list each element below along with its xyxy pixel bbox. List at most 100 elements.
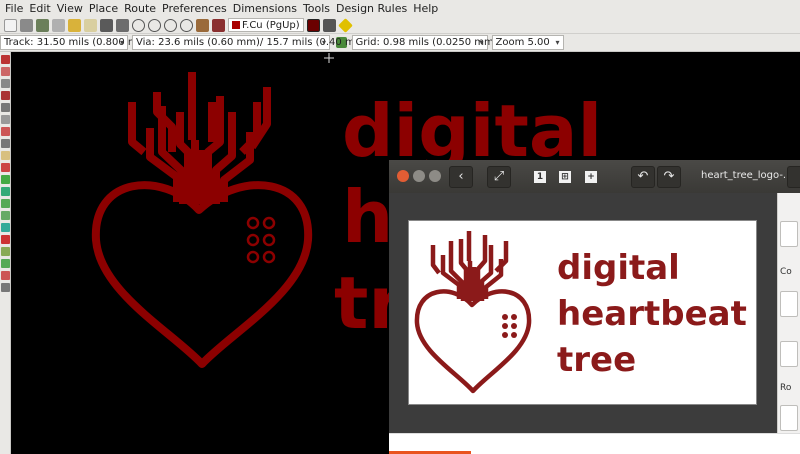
- close-icon[interactable]: [397, 170, 409, 182]
- rotate-right-icon: ↷: [663, 169, 675, 184]
- grid-toggle-icon[interactable]: [1, 67, 10, 76]
- high-contrast-icon[interactable]: [1, 223, 10, 232]
- zoom-select[interactable]: Zoom 5.00 ▾: [491, 35, 564, 50]
- menu-tools[interactable]: Tools: [300, 0, 333, 17]
- plot-icon[interactable]: [115, 18, 129, 32]
- show-modedit-icon[interactable]: [1, 259, 10, 268]
- properties-field-1[interactable]: [780, 221, 798, 247]
- drc-marker-icon[interactable]: [1, 55, 10, 64]
- chevron-left-icon: ‹: [458, 169, 464, 184]
- logo-text: digital heartbeat tree: [557, 248, 747, 380]
- logo-text-line1: digital: [557, 248, 680, 288]
- rotate-left-button[interactable]: ↶: [631, 166, 655, 188]
- menu-route[interactable]: Route: [121, 0, 159, 17]
- layer-color-swatch: [232, 21, 240, 29]
- zoom-normal-button[interactable]: 1: [534, 171, 546, 183]
- track-width-select[interactable]: Track: 31.50 mils (0.800 mm) * ▾: [0, 35, 159, 50]
- back-button[interactable]: ‹: [449, 166, 473, 188]
- undo-icon[interactable]: [67, 18, 81, 32]
- viewer-properties-panel: Co Ro: [777, 193, 800, 433]
- logo-text-line2: heartbeat: [557, 294, 747, 334]
- grid-select[interactable]: Grid: 0.98 mils (0.0250 mm) ▾: [351, 35, 498, 50]
- microwave-toolbar-icon[interactable]: [1, 247, 10, 256]
- layer-selector-label: F.Cu (PgUp): [242, 19, 300, 31]
- zoom-in-icon[interactable]: [131, 18, 145, 32]
- image-viewer-window: ‹ ⤢ 1 ⊞ + ↶ ↷ heart_tree_logo-... digita…: [389, 160, 800, 454]
- zoom-fit-button[interactable]: ⊞: [559, 171, 571, 183]
- pad-sketch-icon[interactable]: [1, 187, 10, 196]
- properties-label-1: Co: [780, 267, 792, 277]
- chevron-down-icon: ▾: [479, 38, 484, 47]
- open-board-icon[interactable]: [19, 18, 33, 32]
- zoom-fit-icon[interactable]: [179, 18, 193, 32]
- properties-field-3[interactable]: [780, 341, 798, 367]
- menu-place[interactable]: Place: [86, 0, 121, 17]
- minimize-icon[interactable]: [413, 170, 425, 182]
- left-toolbar: [0, 52, 11, 454]
- menu-design-rules[interactable]: Design Rules: [333, 0, 410, 17]
- layer-selector[interactable]: F.Cu (PgUp): [228, 18, 304, 32]
- via-size-select[interactable]: Via: 23.6 mils (0.60 mm)/ 15.7 mils (0.4…: [132, 35, 377, 50]
- hidden-tool-icon[interactable]: [1, 271, 10, 280]
- zoom-redraw-icon[interactable]: [163, 18, 177, 32]
- netlist-icon[interactable]: [211, 18, 225, 32]
- fullscreen-icon: ⤢: [493, 169, 505, 184]
- zoom-in-button[interactable]: +: [585, 171, 597, 183]
- rotate-right-button[interactable]: ↷: [657, 166, 681, 188]
- zone-outline-icon[interactable]: [1, 175, 10, 184]
- options-toolbar: Track: 31.50 mils (0.800 mm) * ▾ Via: 23…: [0, 34, 800, 52]
- main-toolbar: F.Cu (PgUp): [0, 17, 800, 34]
- save-board-icon[interactable]: [35, 18, 49, 32]
- units-mm-icon[interactable]: [1, 103, 10, 112]
- zone-display-icon[interactable]: [1, 163, 10, 172]
- logo-preview-image: digital heartbeat tree: [408, 220, 757, 405]
- logo-preview-drawing: digital heartbeat tree: [414, 231, 747, 394]
- rotate-left-icon: ↶: [637, 169, 649, 184]
- via-sketch-icon[interactable]: [1, 199, 10, 208]
- ratsnest-icon[interactable]: [1, 127, 10, 136]
- autoroute-icon[interactable]: [338, 17, 354, 33]
- print-icon[interactable]: [99, 18, 113, 32]
- page-settings-icon[interactable]: [51, 18, 65, 32]
- polar-coords-icon[interactable]: [1, 79, 10, 88]
- properties-field-4[interactable]: [780, 405, 798, 431]
- zoom-value: Zoom 5.00: [495, 37, 550, 48]
- menu-view[interactable]: View: [54, 0, 86, 17]
- properties-button[interactable]: [787, 166, 800, 188]
- misc-tool-icon[interactable]: [1, 283, 10, 292]
- menu-edit[interactable]: Edit: [26, 0, 53, 17]
- maximize-icon[interactable]: [429, 170, 441, 182]
- menu-bar: File Edit View Place Route Preferences D…: [0, 0, 800, 17]
- find-icon[interactable]: [195, 18, 209, 32]
- pcb-pads: [246, 216, 276, 264]
- layer-pair-icon[interactable]: [307, 18, 321, 32]
- logo-text-line3: tree: [557, 340, 636, 380]
- new-board-icon[interactable]: [3, 18, 17, 32]
- cursor-shape-icon[interactable]: [1, 115, 10, 124]
- menu-preferences[interactable]: Preferences: [159, 0, 230, 17]
- pcb-heart-tree-logo: [91, 72, 313, 368]
- track-sketch-icon[interactable]: [1, 211, 10, 220]
- redo-icon[interactable]: [83, 18, 97, 32]
- layers-manager-icon[interactable]: [1, 235, 10, 244]
- module-ratsnest-icon[interactable]: [1, 139, 10, 148]
- menu-help[interactable]: Help: [410, 0, 441, 17]
- fullscreen-button[interactable]: ⤢: [487, 166, 511, 188]
- menu-dimensions[interactable]: Dimensions: [230, 0, 300, 17]
- menu-file[interactable]: File: [2, 0, 26, 17]
- units-inch-icon[interactable]: [1, 91, 10, 100]
- chevron-down-icon: ▾: [555, 38, 560, 47]
- drc-icon[interactable]: [323, 18, 337, 32]
- zoom-out-icon[interactable]: [147, 18, 161, 32]
- cursor-crosshair-icon: [324, 53, 334, 63]
- viewer-image-area[interactable]: digital heartbeat tree: [389, 193, 777, 433]
- chevron-down-icon: ▾: [321, 38, 326, 47]
- grid-value: Grid: 0.98 mils (0.0250 mm): [355, 37, 498, 48]
- logo-heart-tree-icon: [414, 231, 532, 394]
- properties-field-2[interactable]: [780, 291, 798, 317]
- auto-delete-track-icon[interactable]: [1, 151, 10, 160]
- via-size-value: Via: 23.6 mils (0.60 mm)/ 15.7 mils (0.4…: [136, 37, 377, 48]
- viewer-bottom-bar: [389, 433, 800, 454]
- chevron-down-icon: ▾: [119, 38, 124, 47]
- logo-dots: [502, 314, 517, 338]
